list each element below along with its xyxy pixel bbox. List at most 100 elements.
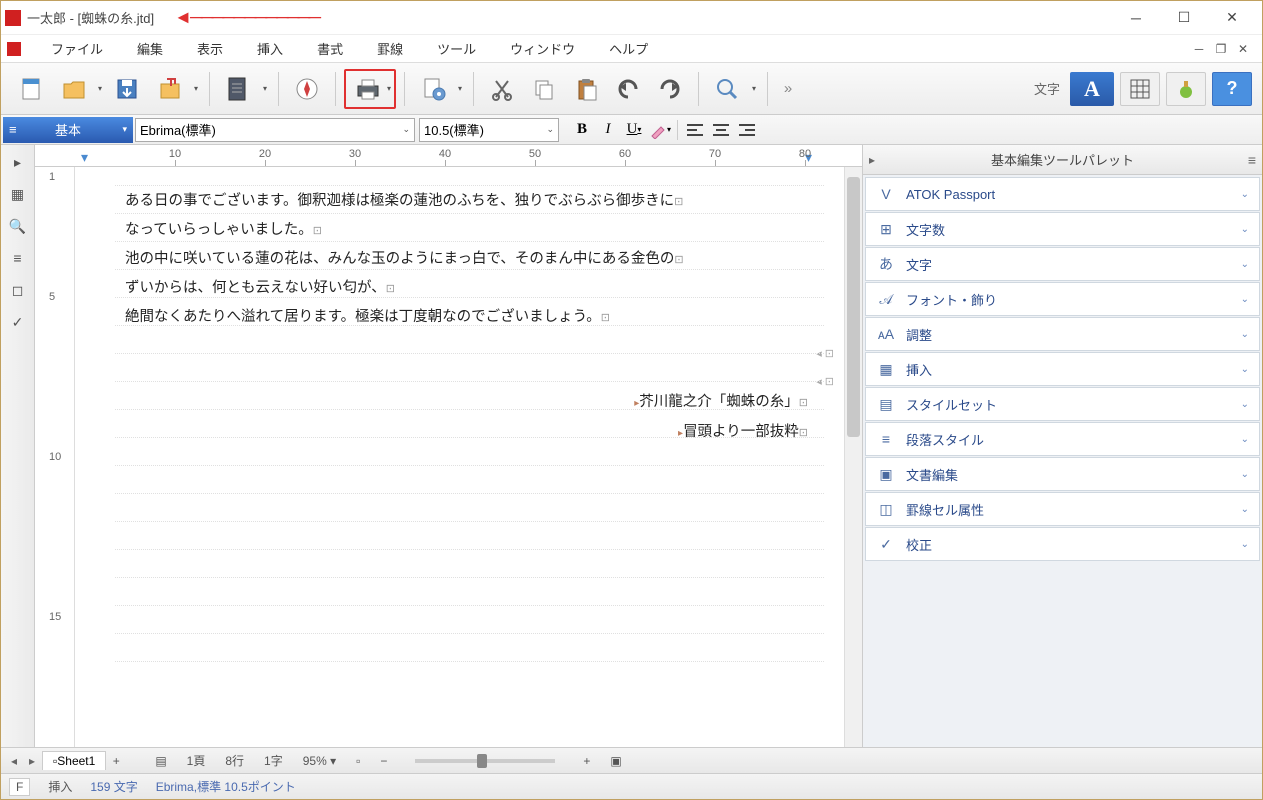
- rail-search-icon[interactable]: 🔍: [7, 215, 29, 237]
- menu-file[interactable]: ファイル: [41, 37, 113, 60]
- palette-item[interactable]: ✓校正⌄: [865, 527, 1260, 561]
- mdi-restore[interactable]: ❐: [1212, 41, 1230, 57]
- palette-item-label: スタイルセット: [906, 395, 997, 414]
- grid-button[interactable]: [1120, 72, 1160, 106]
- palette-item-label: 段落スタイル: [906, 430, 984, 449]
- palette-item[interactable]: ≡段落スタイル⌄: [865, 422, 1260, 456]
- zoom-out-icon[interactable]: ▫: [356, 754, 360, 768]
- settings-button[interactable]: ▾: [413, 69, 465, 109]
- text-line[interactable]: ▸芥川龍之介「蜘蛛の糸」⊡: [125, 388, 814, 418]
- horizontal-ruler[interactable]: ▾ ▾ 1020304050607080: [35, 145, 862, 167]
- menu-edit[interactable]: 編集: [127, 37, 173, 60]
- app-window: 一太郎 - [蜘蛛の糸.jtd] ◄──────────── ─ ☐ ✕ ファイ…: [0, 0, 1263, 800]
- palette-item-icon: ◫: [876, 499, 896, 519]
- document-button[interactable]: ▾: [218, 69, 270, 109]
- scroll-thumb[interactable]: [847, 177, 860, 437]
- mdi-close[interactable]: ✕: [1234, 41, 1252, 57]
- tab-next[interactable]: ▸: [23, 754, 41, 768]
- text-line[interactable]: ずいからは、何とも云えない好い匂が、⊡: [125, 274, 814, 303]
- palette-item[interactable]: ▦挿入⌄: [865, 352, 1260, 386]
- menu-border[interactable]: 罫線: [367, 37, 413, 60]
- chevron-down-icon: ⌄: [1241, 294, 1249, 305]
- rail-play-icon[interactable]: ▸: [7, 151, 29, 173]
- zoom-slider[interactable]: [415, 759, 555, 763]
- menu-help[interactable]: ヘルプ: [599, 37, 658, 60]
- tab-prev[interactable]: ◂: [5, 754, 23, 768]
- new-button[interactable]: [11, 69, 51, 109]
- zoom-plus[interactable]: +: [583, 754, 590, 768]
- redo-button[interactable]: [650, 69, 690, 109]
- open-button[interactable]: ▾: [53, 69, 105, 109]
- status-mode-short[interactable]: F: [9, 778, 30, 796]
- text-line[interactable]: 絶間なくあたりへ溢れて居ります。極楽は丁度朝なのでございましょう。⊡: [125, 303, 814, 332]
- palette-item-icon: 𝒜: [876, 289, 896, 309]
- print-button[interactable]: ▾: [344, 69, 396, 109]
- chevron-down-icon: ⌄: [1241, 224, 1249, 235]
- undo-button[interactable]: [608, 69, 648, 109]
- italic-button[interactable]: I: [595, 118, 621, 142]
- vertical-ruler[interactable]: 151015: [35, 167, 75, 747]
- palette-item-icon: ▣: [876, 464, 896, 484]
- save-button[interactable]: [107, 69, 147, 109]
- palette-item[interactable]: ▤スタイルセット⌄: [865, 387, 1260, 421]
- text-line[interactable]: ある日の事でございます。御釈迦様は極楽の蓮池のふちを、独りでぶらぶら御歩きに⊡: [125, 187, 814, 216]
- rail-list-icon[interactable]: ≡: [7, 247, 29, 269]
- titlebar: 一太郎 - [蜘蛛の糸.jtd] ◄──────────── ─ ☐ ✕: [1, 1, 1262, 35]
- style-selector[interactable]: 基本: [3, 117, 133, 143]
- palette-menu-icon[interactable]: ≡: [1248, 152, 1256, 168]
- minimize-button[interactable]: ─: [1122, 8, 1150, 28]
- palette-item[interactable]: ◫罫線セル属性⌄: [865, 492, 1260, 526]
- highlight-button[interactable]: ▾: [647, 118, 673, 142]
- document-page[interactable]: ◂ ⊡ ◂ ⊡ ある日の事でございます。御釈迦様は極楽の蓮池のふちを、独りでぶら…: [75, 167, 844, 747]
- bold-button[interactable]: B: [569, 118, 595, 142]
- chevron-down-icon: ⌄: [1241, 434, 1249, 445]
- size-combo[interactable]: 10.5(標準)⌄: [419, 118, 559, 142]
- align-right-button[interactable]: [734, 118, 760, 142]
- align-left-button[interactable]: [682, 118, 708, 142]
- chevron-down-icon: ⌄: [1241, 469, 1249, 480]
- close-button[interactable]: ✕: [1218, 8, 1246, 28]
- zoom-minus[interactable]: −: [380, 754, 387, 768]
- rail-page-icon[interactable]: ◻: [7, 279, 29, 301]
- palette-item[interactable]: ▣文書編集⌄: [865, 457, 1260, 491]
- status-indicator[interactable]: [1166, 72, 1206, 106]
- text-line[interactable]: ▸冒頭より一部抜粋⊡: [125, 418, 814, 448]
- menu-window[interactable]: ウィンドウ: [500, 37, 585, 60]
- zoom-fit-icon[interactable]: ▣: [610, 754, 621, 768]
- zoom-indicator[interactable]: 95% ▾: [303, 754, 336, 768]
- align-center-button[interactable]: [708, 118, 734, 142]
- window-title: 一太郎 - [蜘蛛の糸.jtd]: [27, 8, 154, 27]
- menu-insert[interactable]: 挿入: [247, 37, 293, 60]
- palette-item-label: 調整: [906, 325, 932, 344]
- paste-button[interactable]: [566, 69, 606, 109]
- vertical-scrollbar[interactable]: [844, 167, 862, 747]
- maximize-button[interactable]: ☐: [1170, 8, 1198, 28]
- palette-item[interactable]: ᴀA調整⌄: [865, 317, 1260, 351]
- mdi-minimize[interactable]: ─: [1190, 41, 1208, 57]
- menu-format[interactable]: 書式: [307, 37, 353, 60]
- underline-button[interactable]: U▾: [621, 118, 647, 142]
- sheet-add[interactable]: +: [107, 754, 125, 768]
- font-combo[interactable]: Ebrima(標準)⌄: [135, 118, 415, 142]
- sheet-tab[interactable]: ▫Sheet1: [42, 751, 106, 770]
- text-a-button[interactable]: A: [1070, 72, 1114, 106]
- palette-collapse-icon[interactable]: ▸: [869, 153, 875, 167]
- zoom-button[interactable]: ▾: [707, 69, 759, 109]
- main-area: ▸ ▦ 🔍 ≡ ◻ ✓ ▾ ▾ 1020304050607080 151015 …: [1, 145, 1262, 747]
- palette-item-icon: ⊞: [876, 219, 896, 239]
- palette-item[interactable]: ⊞文字数⌄: [865, 212, 1260, 246]
- overflow-button[interactable]: »: [776, 69, 800, 109]
- menu-view[interactable]: 表示: [187, 37, 233, 60]
- rail-check-icon[interactable]: ✓: [7, 311, 29, 333]
- palette-item[interactable]: VATOK Passport⌄: [865, 177, 1260, 211]
- compass-button[interactable]: [287, 69, 327, 109]
- palette-item[interactable]: 𝒜フォント・飾り⌄: [865, 282, 1260, 316]
- palette-item[interactable]: あ文字⌄: [865, 247, 1260, 281]
- save-as-button[interactable]: ▾: [149, 69, 201, 109]
- menu-tools[interactable]: ツール: [427, 37, 486, 60]
- rail-grid-icon[interactable]: ▦: [7, 183, 29, 205]
- cut-button[interactable]: [482, 69, 522, 109]
- copy-button[interactable]: [524, 69, 564, 109]
- help-button[interactable]: ?: [1212, 72, 1252, 106]
- view-mode-icon[interactable]: ▤: [155, 754, 166, 768]
